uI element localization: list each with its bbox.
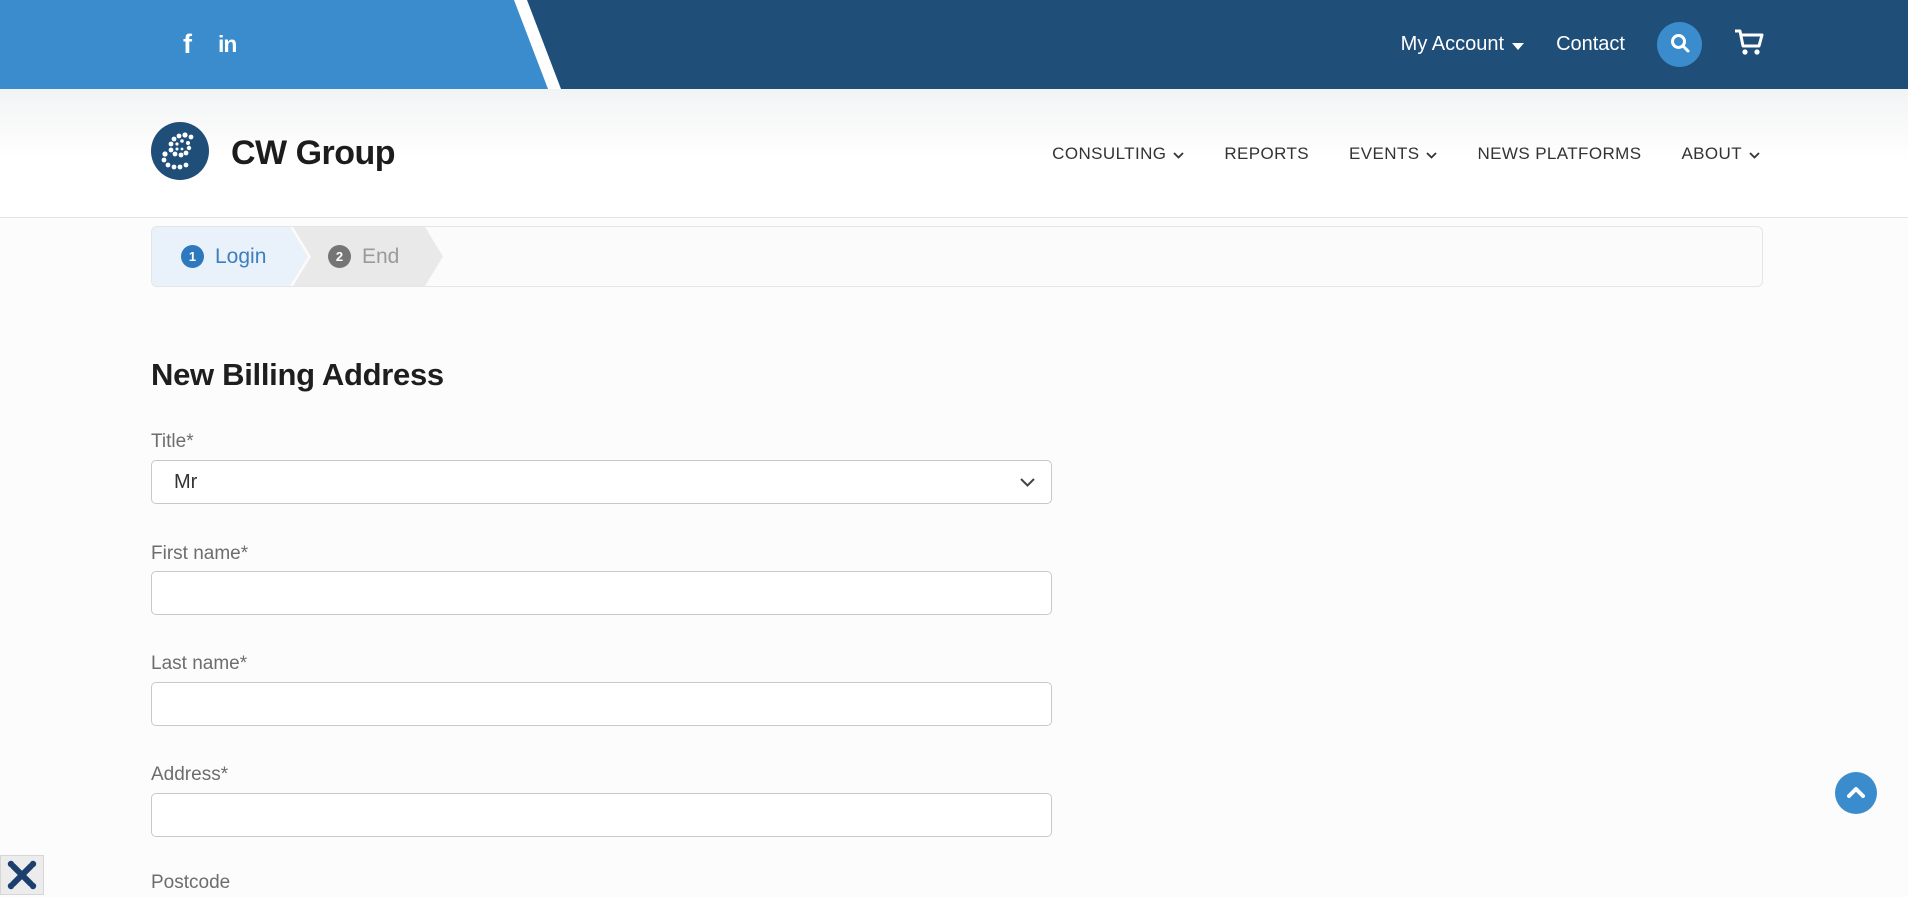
nav-item-events[interactable]: EVENTS bbox=[1349, 143, 1438, 164]
joomla-icon bbox=[7, 860, 37, 897]
wizard-steps-bar: 1 Login 2 End bbox=[151, 226, 1763, 287]
my-account-menu[interactable]: My Account bbox=[1400, 33, 1525, 56]
address-input[interactable] bbox=[151, 793, 1052, 837]
nav-item-news-platforms[interactable]: NEWS PLATFORMS bbox=[1477, 144, 1641, 164]
step-label: End bbox=[362, 244, 400, 268]
nav-item-about[interactable]: ABOUT bbox=[1681, 144, 1760, 164]
cart-icon bbox=[1734, 29, 1766, 60]
contact-link[interactable]: Contact bbox=[1556, 33, 1625, 56]
page-title: New Billing Address bbox=[151, 357, 444, 392]
last-name-input[interactable] bbox=[151, 682, 1052, 726]
step-number-badge: 1 bbox=[181, 245, 204, 268]
nav-label: REPORTS bbox=[1224, 143, 1310, 163]
first-name-input[interactable] bbox=[151, 571, 1052, 615]
nav-item-reports[interactable]: REPORTS bbox=[1224, 144, 1309, 164]
cw-group-logo-icon bbox=[151, 122, 209, 185]
chevron-down-icon bbox=[1173, 144, 1185, 164]
nav-item-consulting[interactable]: CONSULTING bbox=[1052, 143, 1185, 164]
joomla-admin-badge[interactable] bbox=[0, 855, 44, 895]
contact-label: Contact bbox=[1556, 33, 1625, 55]
chevron-down-icon bbox=[1749, 144, 1760, 164]
address-label: Address* bbox=[151, 764, 229, 785]
scroll-to-top-button[interactable] bbox=[1835, 772, 1877, 814]
step-number-badge: 2 bbox=[328, 245, 351, 268]
nav-label: EVENTS bbox=[1349, 143, 1420, 163]
linkedin-icon[interactable]: in bbox=[218, 33, 237, 56]
wizard-step-login[interactable]: 1 Login bbox=[152, 227, 308, 286]
search-icon bbox=[1669, 32, 1691, 57]
wizard-step-end[interactable]: 2 End bbox=[293, 227, 443, 286]
first-name-label: First name* bbox=[151, 543, 249, 564]
step-label: Login bbox=[215, 244, 267, 268]
social-links: f in bbox=[183, 0, 237, 89]
topbar-actions: My Account Contact bbox=[1401, 0, 1766, 89]
cart-button[interactable] bbox=[1734, 29, 1766, 60]
site-header: CW Group CONSULTING REPORTS EVENTS NEWS … bbox=[0, 89, 1908, 218]
facebook-icon[interactable]: f bbox=[183, 31, 192, 58]
chevron-up-icon bbox=[1847, 786, 1865, 801]
nav-label: NEWS PLATFORMS bbox=[1477, 143, 1642, 163]
search-button[interactable] bbox=[1657, 22, 1702, 67]
brand-logo[interactable]: CW Group bbox=[151, 89, 396, 218]
title-label: Title* bbox=[151, 431, 194, 452]
main-navigation: CONSULTING REPORTS EVENTS NEWS PLATFORMS… bbox=[1052, 89, 1760, 218]
nav-label: CONSULTING bbox=[1052, 143, 1167, 163]
chevron-down-icon bbox=[1426, 144, 1438, 164]
title-select-wrap: Mr bbox=[151, 460, 1052, 504]
brand-name: CW Group bbox=[231, 134, 396, 172]
title-select[interactable]: Mr bbox=[151, 460, 1052, 504]
top-bar: f in My Account Contact bbox=[0, 0, 1908, 89]
my-account-label: My Account bbox=[1400, 33, 1505, 55]
nav-label: ABOUT bbox=[1681, 143, 1742, 163]
last-name-label: Last name* bbox=[151, 653, 248, 674]
caret-down-icon bbox=[1512, 42, 1525, 50]
postcode-label: Postcode bbox=[151, 872, 231, 893]
